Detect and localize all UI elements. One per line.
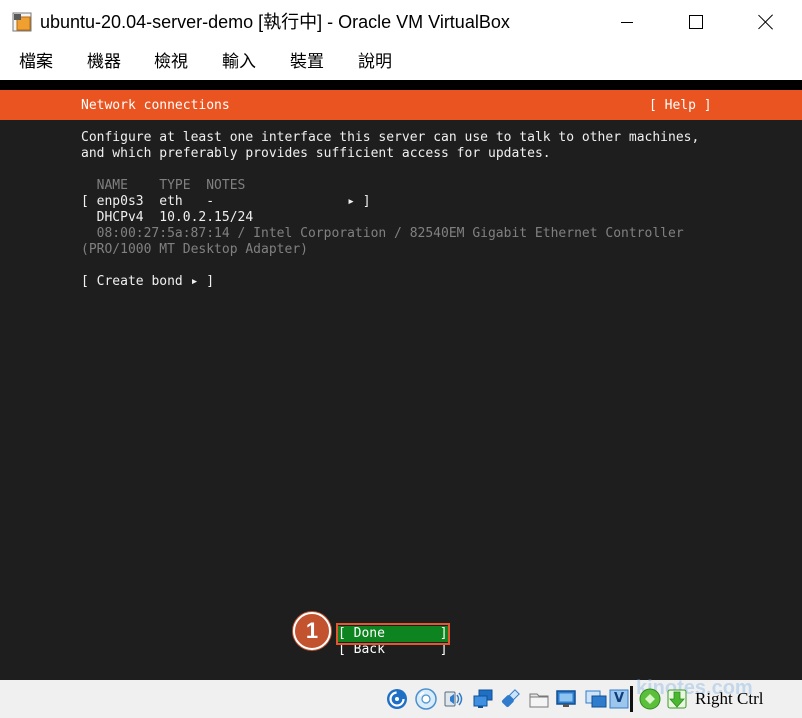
- screen-title: Network connections: [81, 98, 230, 113]
- host-key-label[interactable]: Right Ctrl: [695, 689, 763, 709]
- features-badge: V: [613, 691, 625, 706]
- menu-bar: 檔案 機器 檢視 輸入 裝置 說明: [0, 44, 802, 80]
- help-button[interactable]: [ Help ]: [649, 98, 712, 114]
- close-button[interactable]: [743, 0, 789, 44]
- mouse-integration-icon[interactable]: [639, 688, 661, 710]
- column-type: TYPE: [159, 178, 191, 193]
- maximize-button[interactable]: [673, 0, 719, 44]
- table-header: NAME TYPE NOTES: [81, 178, 781, 194]
- status-bar: kjnotes.com V Right Ctrl: [0, 677, 802, 718]
- column-name: NAME: [96, 178, 128, 193]
- hardware-info-row-cont: (PRO/1000 MT Desktop Adapter): [81, 242, 781, 258]
- optical-drive-icon[interactable]: [415, 688, 437, 710]
- menu-input[interactable]: 輸入: [222, 52, 256, 72]
- address-row: DHCPv4 10.0.2.15/24: [81, 210, 781, 226]
- keyboard-capture-icon[interactable]: [666, 688, 688, 710]
- interface-row-enp0s3[interactable]: [ enp0s3 eth - ▸ ]: [81, 194, 781, 210]
- row-close-bracket: ]: [362, 194, 371, 209]
- address-value: 10.0.2.15/24: [159, 210, 254, 225]
- close-icon: [758, 14, 774, 30]
- column-notes: NOTES: [206, 178, 246, 193]
- address-method: DHCPv4: [96, 210, 144, 225]
- window-title: ubuntu-20.04-server-demo [執行中] - Oracle …: [40, 12, 510, 32]
- intro-line-1: Configure at least one interface this se…: [81, 130, 781, 146]
- menu-view[interactable]: 檢視: [154, 52, 188, 72]
- status-separator: [630, 686, 633, 712]
- interface-menu-arrow-icon[interactable]: ▸: [347, 194, 355, 210]
- features-icon[interactable]: V: [608, 688, 630, 710]
- hardware-info-row: 08:00:27:5a:87:14 / Intel Corporation / …: [81, 226, 781, 242]
- installer-header: Network connections [ Help ]: [0, 90, 802, 120]
- maximize-icon: [689, 15, 703, 29]
- intro-text: Configure at least one interface this se…: [81, 130, 700, 145]
- annotation-highlight: [336, 623, 450, 645]
- annotation-step-badge: 1: [293, 612, 331, 650]
- menu-help[interactable]: 說明: [358, 52, 392, 72]
- display-icon[interactable]: [555, 688, 577, 710]
- menu-devices[interactable]: 裝置: [290, 52, 324, 72]
- interface-name: enp0s3: [96, 194, 144, 209]
- shared-folders-icon[interactable]: [528, 688, 550, 710]
- hardware-info: 08:00:27:5a:87:14 / Intel Corporation / …: [96, 226, 684, 241]
- usb-icon[interactable]: [499, 688, 521, 710]
- menu-file[interactable]: 檔案: [19, 52, 53, 72]
- intro-text: and which preferably provides sufficient…: [81, 146, 551, 161]
- recording-icon[interactable]: [585, 688, 607, 710]
- interface-notes: -: [206, 194, 215, 209]
- row-open-bracket: [: [81, 194, 89, 209]
- virtualbox-app-icon[interactable]: [12, 12, 32, 32]
- intro-line-2: and which preferably provides sufficient…: [81, 146, 781, 162]
- create-bond-row: [ Create bond ▸ ]: [81, 274, 781, 290]
- network-icon[interactable]: [472, 688, 494, 710]
- create-bond-button[interactable]: [ Create bond ▸ ]: [81, 274, 214, 290]
- minimize-button[interactable]: [604, 0, 650, 44]
- title-bar: ubuntu-20.04-server-demo [執行中] - Oracle …: [0, 0, 802, 44]
- hard-disk-icon[interactable]: [386, 688, 408, 710]
- audio-icon[interactable]: [442, 688, 464, 710]
- minimize-icon: [621, 22, 633, 23]
- interface-type: eth: [159, 194, 183, 209]
- vm-display[interactable]: Network connections [ Help ] Configure a…: [0, 80, 802, 680]
- hardware-info-cont: (PRO/1000 MT Desktop Adapter): [81, 242, 308, 257]
- menu-machine[interactable]: 機器: [87, 52, 121, 72]
- vm-top-strip: [0, 80, 802, 90]
